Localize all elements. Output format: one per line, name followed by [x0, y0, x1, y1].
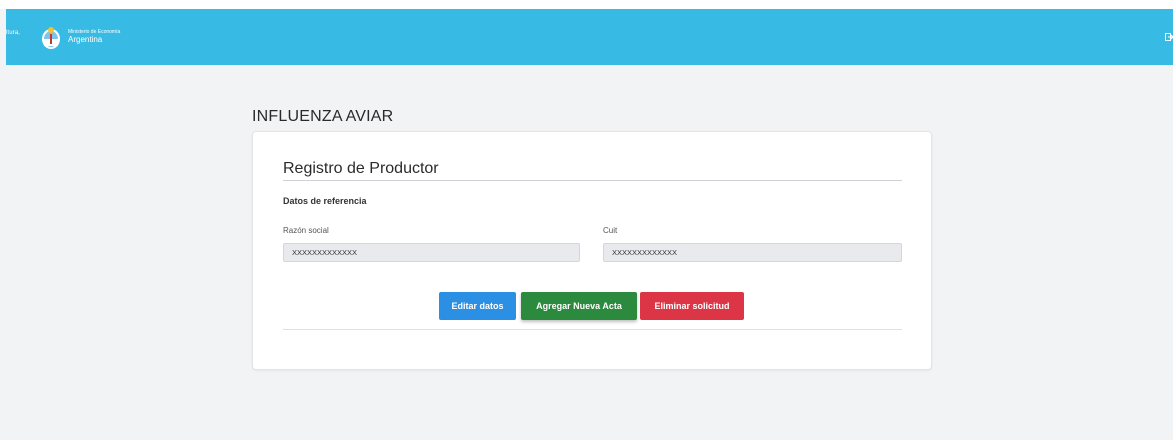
site-header: ltura, Ministerio de Economía Argentina	[6, 9, 1173, 65]
razon-social-label: Razón social	[283, 226, 329, 235]
add-new-record-button[interactable]: Agregar Nueva Acta	[521, 292, 637, 320]
header-cut-text: ltura,	[6, 30, 20, 36]
page: ltura, Ministerio de Economía Argentina …	[0, 0, 1173, 440]
producer-registration-card: Registro de Productor Datos de referenci…	[252, 131, 932, 370]
country-name: Argentina	[68, 35, 103, 44]
top-strip	[0, 0, 1173, 9]
card-title: Registro de Productor	[283, 160, 439, 177]
cuit-label: Cuit	[603, 226, 618, 235]
logout-icon[interactable]	[1165, 33, 1173, 41]
argentina-coat-of-arms-icon[interactable]	[40, 26, 62, 50]
cuit-field[interactable]	[603, 243, 902, 262]
delete-request-button[interactable]: Eliminar solicitud	[640, 292, 744, 320]
page-title: INFLUENZA AVIAR	[252, 108, 394, 125]
edit-data-button[interactable]: Editar datos	[439, 292, 516, 320]
section-label: Datos de referencia	[283, 196, 367, 206]
title-divider	[283, 180, 902, 181]
razon-social-field[interactable]	[283, 243, 580, 262]
bottom-divider	[283, 329, 902, 330]
